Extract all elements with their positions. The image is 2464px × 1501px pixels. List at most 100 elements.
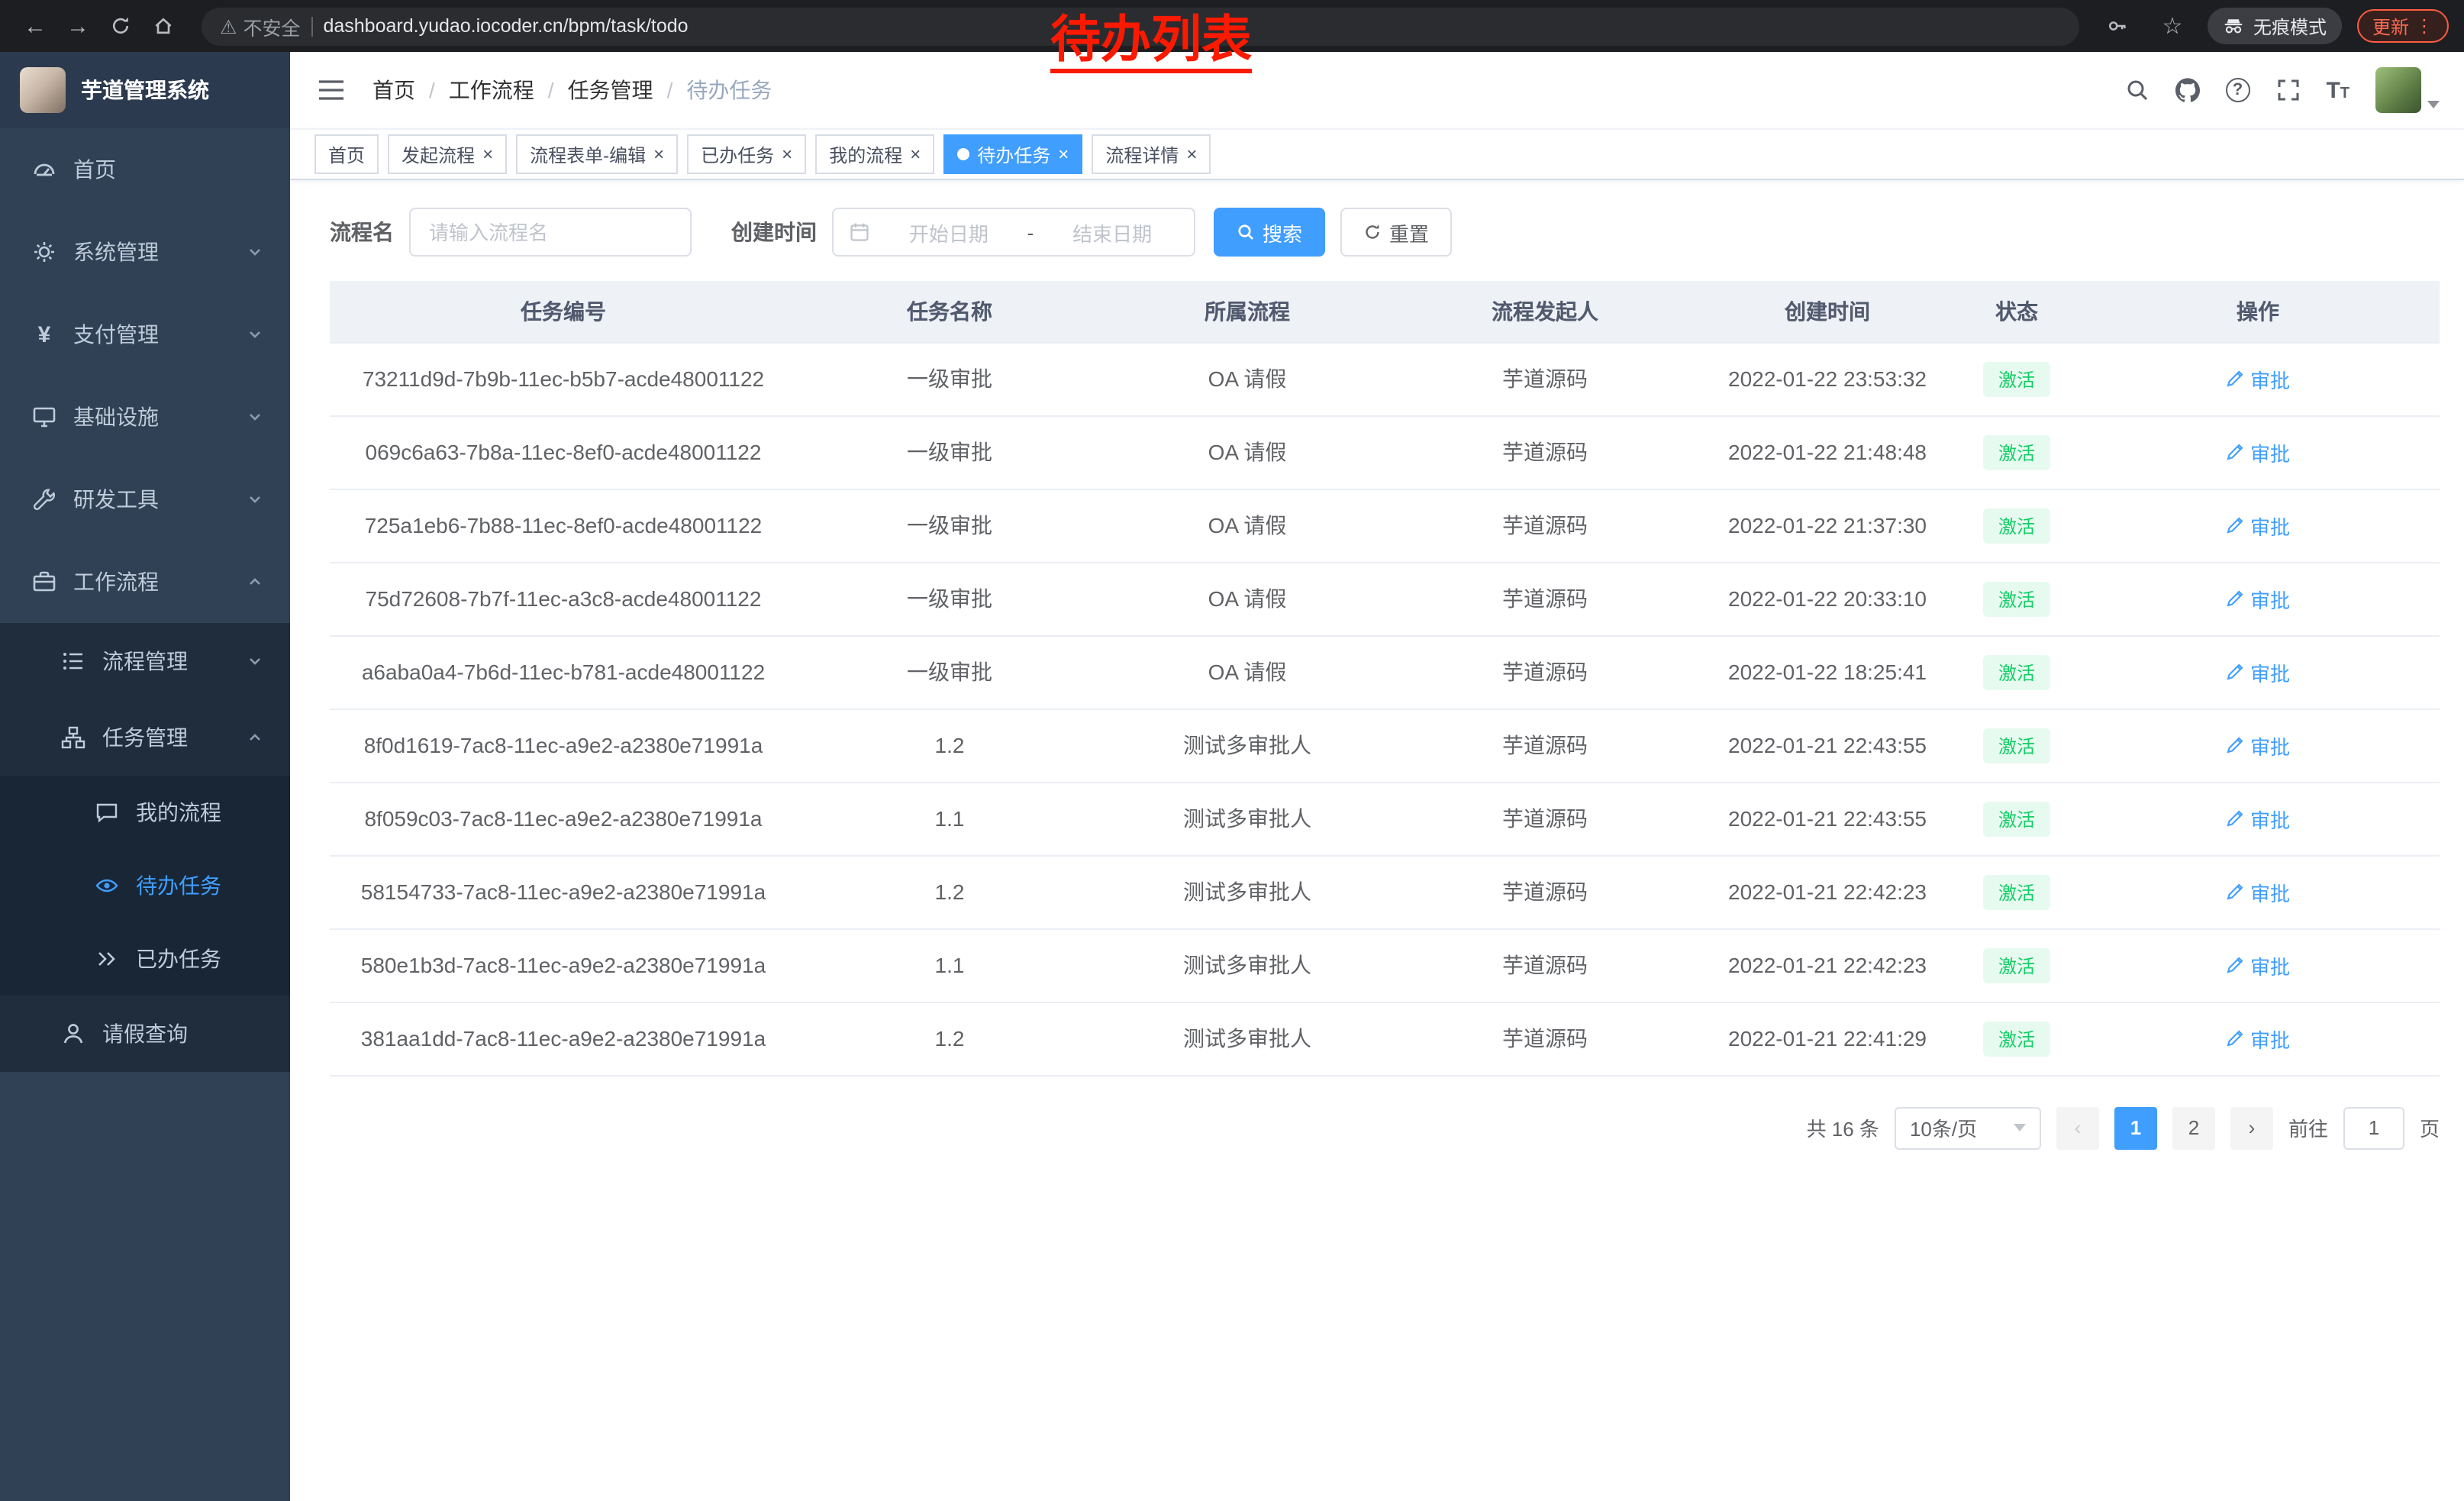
close-icon[interactable]: × — [1058, 145, 1069, 163]
approve-link[interactable]: 审批 — [2226, 804, 2290, 833]
status-badge: 激活 — [1983, 361, 2050, 396]
approve-link[interactable]: 审批 — [2226, 1024, 2290, 1053]
forward-icon: → — [66, 13, 89, 39]
breadcrumb-task-mgmt[interactable]: 任务管理 — [568, 75, 653, 105]
user-menu[interactable] — [2375, 67, 2440, 113]
forward-button[interactable]: → — [58, 6, 98, 46]
github-icon[interactable] — [2175, 78, 2199, 102]
close-icon[interactable]: × — [482, 145, 493, 163]
sidebar-item-process-mgmt[interactable]: 流程管理 — [0, 623, 290, 699]
cell-initiator: 芋道源码 — [1392, 782, 1698, 855]
tab-start-process[interactable]: 发起流程 × — [388, 134, 507, 174]
col-task-id: 任务编号 — [330, 281, 797, 342]
table-row: 8f059c03-7ac8-11ec-a9e2-a2380e71991a 1.1… — [330, 782, 2440, 855]
cell-task-name: 一级审批 — [797, 415, 1102, 489]
app-title: 芋道管理系统 — [81, 75, 209, 105]
cell-created: 2022-01-21 22:42:23 — [1698, 928, 1957, 1002]
sidebar-item-todo-task[interactable]: 待办任务 — [0, 849, 290, 922]
cell-status: 激活 — [1957, 342, 2076, 415]
next-icon: › — [2249, 1116, 2256, 1139]
reset-button[interactable]: 重置 — [1340, 208, 1452, 257]
sidebar-item-infrastructure[interactable]: 基础设施 — [0, 376, 290, 458]
tab-home[interactable]: 首页 — [314, 134, 379, 174]
page-size-select[interactable]: 10条/页 — [1895, 1106, 2041, 1149]
bookmark-star-button[interactable]: ☆ — [2153, 6, 2192, 46]
close-icon[interactable]: × — [910, 145, 921, 163]
sidebar-item-home[interactable]: 首页 — [0, 128, 290, 211]
sidebar-item-workflow[interactable]: 工作流程 — [0, 541, 290, 623]
approve-link[interactable]: 审批 — [2226, 951, 2290, 980]
font-size-icon[interactable]: TT — [2326, 79, 2350, 102]
sidebar-item-my-process[interactable]: 我的流程 — [0, 776, 290, 849]
password-key-button[interactable] — [2098, 6, 2137, 46]
approve-link[interactable]: 审批 — [2226, 437, 2290, 466]
sidebar-logo[interactable]: 芋道管理系统 — [0, 52, 290, 128]
calendar-icon — [849, 221, 870, 243]
total-count: 共 16 条 — [1807, 1113, 1879, 1142]
cell-created: 2022-01-21 22:42:23 — [1698, 855, 1957, 928]
list-icon — [61, 649, 85, 673]
fullscreen-icon[interactable] — [2275, 78, 2300, 102]
edit-icon — [2226, 809, 2244, 828]
prev-page-button[interactable]: ‹ — [2056, 1106, 2099, 1149]
sidebar-toggle-button[interactable] — [314, 73, 348, 107]
help-icon[interactable]: ? — [2225, 78, 2250, 102]
page-button-2[interactable]: 2 — [2172, 1106, 2215, 1149]
date-range-picker[interactable]: 开始日期 - 结束日期 — [832, 208, 1195, 257]
sidebar-item-label: 首页 — [73, 154, 263, 185]
process-name-input[interactable] — [409, 208, 692, 257]
approve-link[interactable]: 审批 — [2226, 877, 2290, 906]
close-icon[interactable]: × — [1186, 145, 1197, 163]
sidebar-item-label: 待办任务 — [136, 870, 263, 901]
approve-link[interactable]: 审批 — [2226, 657, 2290, 686]
browser-update-button[interactable]: 更新 ⋮ — [2357, 9, 2449, 43]
approve-link[interactable]: 审批 — [2226, 584, 2290, 613]
approve-link[interactable]: 审批 — [2226, 364, 2290, 393]
cell-status: 激活 — [1957, 489, 2076, 562]
cell-task-id: 8f059c03-7ac8-11ec-a9e2-a2380e71991a — [330, 782, 797, 855]
goto-page-input[interactable] — [2343, 1106, 2404, 1149]
table-row: 069c6a63-7b8a-11ec-8ef0-acde48001122 一级审… — [330, 415, 2440, 489]
cell-process: OA 请假 — [1102, 342, 1392, 415]
search-icon[interactable] — [2124, 78, 2149, 102]
tags-view-bar: 首页 发起流程 × 流程表单-编辑 × 已办任务 × 我的流程 × — [290, 128, 2464, 180]
cell-initiator: 芋道源码 — [1392, 489, 1698, 562]
sidebar-item-devtools[interactable]: 研发工具 — [0, 458, 290, 541]
refresh-button[interactable] — [101, 6, 140, 46]
sidebar-item-system[interactable]: 系统管理 — [0, 211, 290, 293]
refresh-icon — [1363, 223, 1382, 241]
table-header-row: 任务编号 任务名称 所属流程 流程发起人 创建时间 状态 操作 — [330, 281, 2440, 342]
sidebar-item-leave-query[interactable]: 请假查询 — [0, 996, 290, 1072]
search-button[interactable]: 搜索 — [1214, 208, 1325, 257]
cell-initiator: 芋道源码 — [1392, 855, 1698, 928]
home-button[interactable] — [144, 6, 183, 46]
breadcrumb-workflow[interactable]: 工作流程 — [449, 75, 534, 105]
cell-action: 审批 — [2076, 709, 2440, 782]
tab-process-detail[interactable]: 流程详情 × — [1092, 134, 1211, 174]
tab-process-form-edit[interactable]: 流程表单-编辑 × — [516, 134, 678, 174]
cell-created: 2022-01-22 20:33:10 — [1698, 562, 1957, 635]
address-bar[interactable]: ⚠ 不安全 dashboard.yudao.iocoder.cn/bpm/tas… — [202, 7, 2079, 45]
close-icon[interactable]: × — [653, 145, 664, 163]
sidebar-item-label: 研发工具 — [73, 484, 231, 515]
sidebar-item-done-task[interactable]: 已办任务 — [0, 922, 290, 996]
cell-initiator: 芋道源码 — [1392, 415, 1698, 489]
approve-link[interactable]: 审批 — [2226, 511, 2290, 540]
back-button[interactable]: ← — [15, 6, 55, 46]
cell-task-id: 381aa1dd-7ac8-11ec-a9e2-a2380e71991a — [330, 1002, 797, 1075]
close-icon[interactable]: × — [782, 145, 792, 163]
sidebar-item-task-mgmt[interactable]: 任务管理 — [0, 699, 290, 776]
next-page-button[interactable]: › — [2230, 1106, 2273, 1149]
tab-todo-task[interactable]: 待办任务 × — [943, 134, 1082, 174]
col-initiator: 流程发起人 — [1392, 281, 1698, 342]
hamburger-icon — [318, 78, 345, 102]
cell-status: 激活 — [1957, 928, 2076, 1002]
tab-my-process[interactable]: 我的流程 × — [815, 134, 934, 174]
security-indicator[interactable]: ⚠ 不安全 — [220, 11, 300, 40]
breadcrumb-home[interactable]: 首页 — [373, 75, 415, 105]
sidebar-item-payment[interactable]: ¥ 支付管理 — [0, 293, 290, 376]
chevron-down-icon — [247, 654, 263, 669]
tab-done-task[interactable]: 已办任务 × — [687, 134, 806, 174]
page-button-1[interactable]: 1 — [2114, 1106, 2157, 1149]
approve-link[interactable]: 审批 — [2226, 731, 2290, 760]
